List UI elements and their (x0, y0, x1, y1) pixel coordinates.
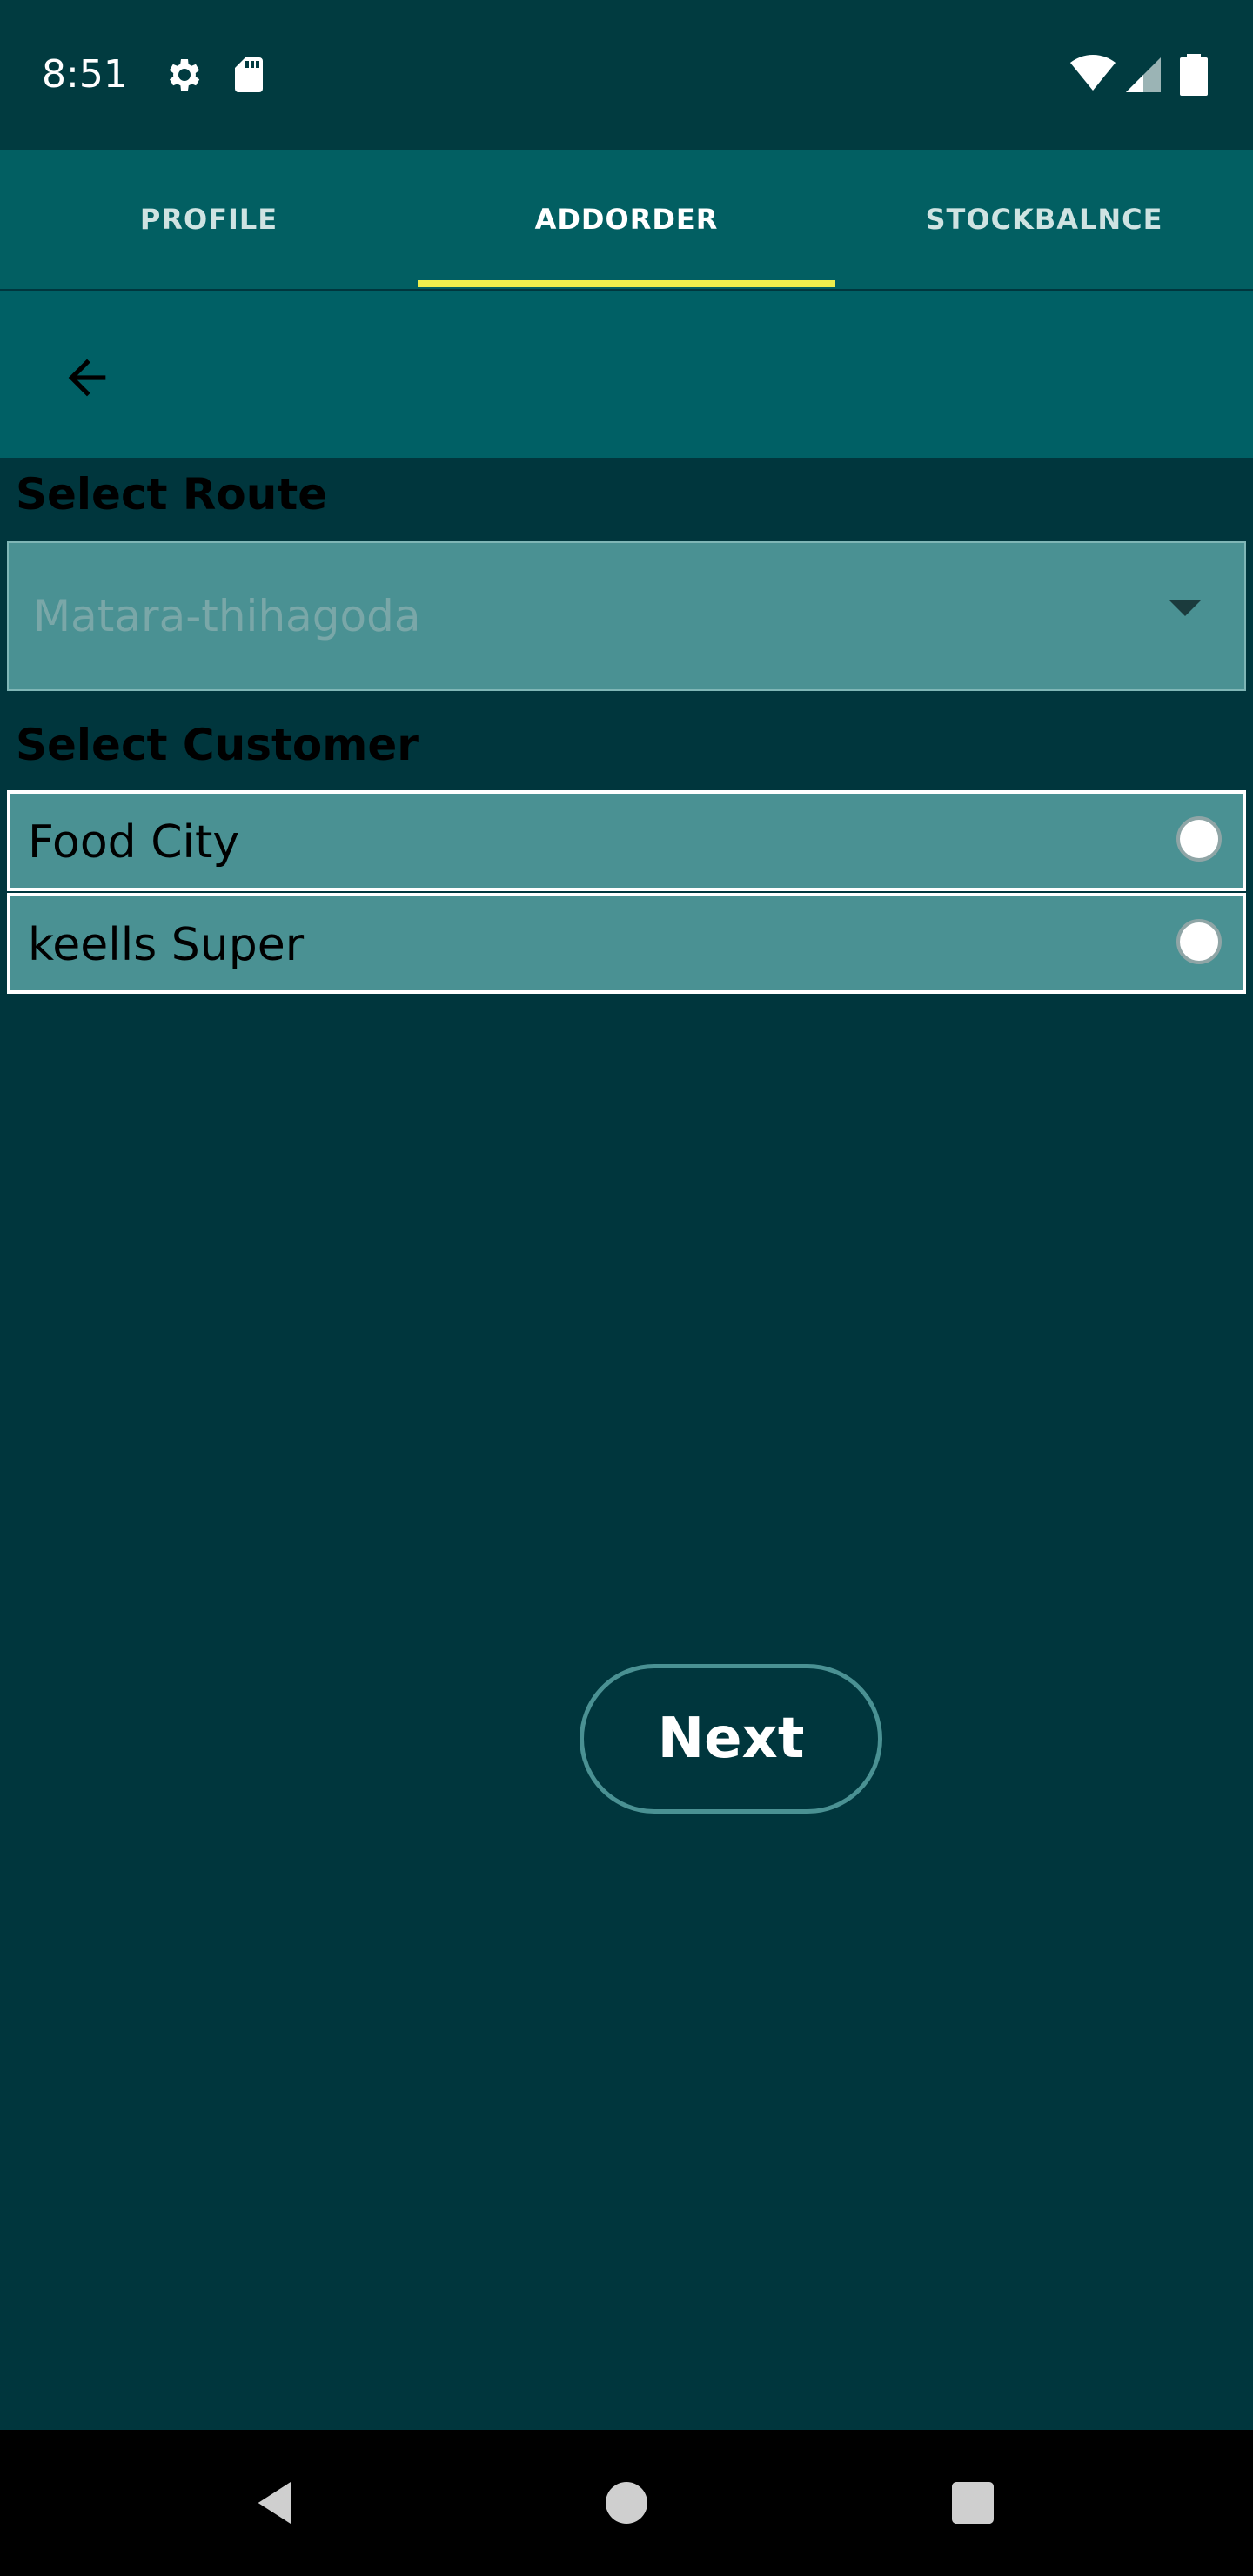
status-time: 8:51 (42, 52, 128, 97)
list-item[interactable]: keells Super (7, 893, 1246, 994)
toolbar (0, 291, 1253, 458)
customer-radio[interactable] (1176, 919, 1222, 964)
customer-name: keells Super (28, 919, 305, 971)
tab-addorder[interactable]: ADDORDER (418, 150, 835, 289)
customer-radio[interactable] (1176, 816, 1222, 862)
home-circle-icon[interactable] (599, 2475, 654, 2531)
status-bar: 8:51 (0, 0, 1253, 150)
customer-list: Food City keells Super (7, 790, 1246, 996)
select-customer-label: Select Customer (16, 720, 419, 770)
navigation-bar (0, 2430, 1253, 2576)
back-triangle-icon[interactable] (249, 2475, 305, 2531)
select-route-label: Select Route (16, 469, 328, 520)
tab-bar: PROFILE ADDORDER STOCKBALNCE (0, 150, 1253, 289)
battery-icon (1178, 54, 1220, 96)
wifi-icon (1070, 54, 1116, 96)
sd-card-icon (228, 54, 270, 96)
route-dropdown[interactable]: Matara-thihagoda (7, 541, 1246, 691)
customer-name: Food City (28, 816, 240, 869)
tab-stockbalnce[interactable]: STOCKBALNCE (835, 150, 1253, 289)
back-button[interactable] (45, 338, 129, 421)
recents-square-icon[interactable] (945, 2475, 1001, 2531)
next-button[interactable]: Next (580, 1664, 882, 1814)
signal-icon (1122, 54, 1164, 96)
gear-icon (162, 54, 204, 96)
tab-profile[interactable]: PROFILE (0, 150, 418, 289)
list-item[interactable]: Food City (7, 790, 1246, 891)
route-selected-value: Matara-thihagoda (33, 591, 421, 641)
tab-indicator (418, 280, 835, 287)
dropdown-arrow-icon (1169, 600, 1201, 616)
arrow-left-icon (59, 350, 115, 409)
